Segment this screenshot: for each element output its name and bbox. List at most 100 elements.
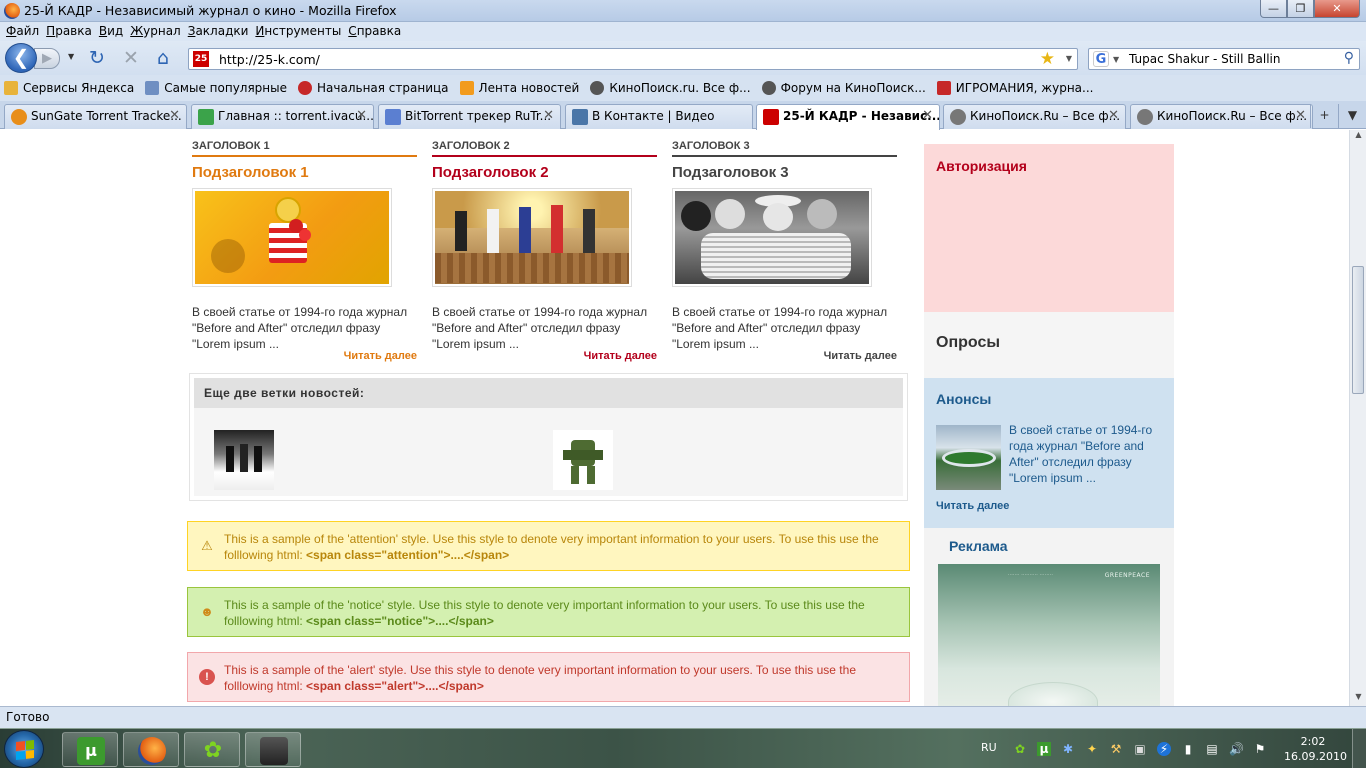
- tab-close-icon[interactable]: ✕: [169, 108, 180, 123]
- greenpeace-ad-image[interactable]: ······· ·········· ········ GREENPEACE: [938, 564, 1160, 706]
- news-column-1: ЗАГОЛОВОК 1 Подзаголовок 1 В своей стать…: [192, 140, 417, 362]
- utorrent-tray-icon[interactable]: µ: [1037, 742, 1051, 756]
- bookmark-kinopoisk-forum[interactable]: Форум на КиноПоиск...: [761, 81, 926, 95]
- vertical-scrollbar[interactable]: ▲ ▼: [1349, 130, 1366, 706]
- tool-icon[interactable]: ⚒: [1109, 742, 1123, 756]
- taskbar-icq[interactable]: ✿: [184, 732, 240, 767]
- bookmark-star-icon[interactable]: ★: [1040, 49, 1055, 69]
- news-image[interactable]: [432, 188, 632, 287]
- menu-view[interactable]: Вид: [97, 22, 128, 41]
- warning-icon: ⚠: [201, 538, 213, 553]
- announcement-image[interactable]: [936, 425, 1001, 490]
- menu-history[interactable]: Журнал: [128, 22, 186, 41]
- news-image[interactable]: [192, 188, 392, 287]
- column-subheading[interactable]: Подзаголовок 3: [672, 164, 897, 181]
- auth-heading: Авторизация: [936, 158, 1027, 174]
- scroll-down-icon[interactable]: ▼: [1350, 692, 1366, 706]
- tab-close-icon[interactable]: ✕: [922, 108, 933, 123]
- tab-kinopoisk-2[interactable]: КиноПоиск.Ru – Все ф... ✕: [1130, 104, 1313, 129]
- branches-inner: Еще две ветки новостей:: [194, 378, 903, 496]
- taskbar-utorrent[interactable]: µ: [62, 732, 118, 767]
- scrollbar-thumb[interactable]: [1352, 266, 1364, 394]
- app-tray-icon[interactable]: ▣: [1133, 742, 1147, 756]
- taskbar-clock[interactable]: 2:02 16.09.2010: [1284, 734, 1347, 764]
- taskbar-media-app[interactable]: [245, 732, 301, 767]
- bookmark-start-page[interactable]: Начальная страница: [298, 81, 449, 95]
- google-icon[interactable]: G: [1093, 51, 1109, 67]
- menu-edit[interactable]: Правка: [44, 22, 97, 41]
- tab-25k-active[interactable]: 25-Й КАДР - Независ... ✕: [756, 104, 940, 130]
- announcement-text[interactable]: В своей статье от 1994-го года журнал "B…: [1009, 422, 1169, 486]
- right-sidebar: Авторизация Опросы Анонсы В своей статье…: [924, 144, 1174, 706]
- column-subheading[interactable]: Подзаголовок 2: [432, 164, 657, 181]
- tab-close-icon[interactable]: ✕: [1295, 108, 1306, 123]
- search-page-icon: [145, 81, 160, 95]
- tab-ivacuum[interactable]: Главная :: torrent.ivacu... ✕: [191, 104, 374, 129]
- firefox-icon: [138, 737, 166, 765]
- bookmark-igromania[interactable]: ИГРОМАНИЯ, журна...: [936, 81, 1093, 95]
- ads-heading: Реклама: [949, 538, 1008, 554]
- branch-image-2[interactable]: [553, 430, 613, 490]
- new-tab-icon[interactable]: +: [1310, 104, 1338, 128]
- show-desktop-button[interactable]: [1352, 729, 1366, 768]
- restore-button[interactable]: ❐: [1287, 0, 1314, 18]
- tab-vkontakte[interactable]: В Контакте | Видео: [565, 104, 753, 129]
- utorrent-icon: µ: [77, 737, 105, 765]
- tab-label: Главная :: torrent.ivacu...: [218, 109, 374, 123]
- menu-tools[interactable]: Инструменты: [253, 22, 346, 41]
- volume-icon[interactable]: 🔊: [1229, 742, 1244, 756]
- home-icon[interactable]: ⌂: [157, 48, 169, 68]
- search-query[interactable]: Tupac Shakur - Still Ballin: [1129, 52, 1280, 66]
- bookmark-kinopoisk[interactable]: КиноПоиск.ru. Все ф...: [590, 81, 751, 95]
- tab-close-icon[interactable]: ✕: [543, 108, 554, 123]
- site-favicon: 25: [193, 51, 209, 67]
- tab-rutracker[interactable]: BitTorrent трекер RuTr... ✕: [378, 104, 561, 129]
- power-icon[interactable]: ⚡: [1157, 742, 1171, 756]
- url-text[interactable]: http://25-k.com/: [219, 52, 320, 67]
- column-heading: ЗАГОЛОВОК 1: [192, 140, 417, 157]
- safely-remove-icon[interactable]: ▮: [1181, 742, 1195, 756]
- forward-button[interactable]: ▶: [34, 48, 60, 69]
- menu-file[interactable]: Файл: [4, 22, 44, 41]
- bookmark-most-visited[interactable]: Самые популярные: [145, 81, 287, 95]
- tab-close-icon[interactable]: ✕: [1108, 108, 1119, 123]
- notice-message: ☻ This is a sample of the 'notice' style…: [187, 587, 910, 637]
- bookmark-news-feed[interactable]: Лента новостей: [459, 81, 579, 95]
- tab-label: КиноПоиск.Ru – Все ф...: [1157, 109, 1308, 123]
- minimize-button[interactable]: —: [1260, 0, 1287, 18]
- scroll-up-icon[interactable]: ▲: [1350, 130, 1366, 144]
- reload-icon[interactable]: ↻: [89, 48, 105, 68]
- search-bar[interactable]: G ▼ Tupac Shakur - Still Ballin ⚲: [1088, 48, 1360, 70]
- search-engine-dropdown-icon[interactable]: ▼: [1113, 55, 1119, 64]
- url-bar[interactable]: 25 http://25-k.com/ ★ ▼: [188, 48, 1078, 70]
- history-dropdown-icon[interactable]: ▼: [68, 52, 74, 61]
- bluetooth-icon[interactable]: ✱: [1061, 742, 1075, 756]
- taskbar-firefox[interactable]: [123, 732, 179, 767]
- icq-tray-icon[interactable]: ✿: [1013, 742, 1027, 756]
- announcement-read-more-link[interactable]: Читать далее: [936, 500, 1009, 512]
- column-subheading[interactable]: Подзаголовок 1: [192, 164, 417, 181]
- media-app-icon: [260, 737, 288, 765]
- search-icon[interactable]: ⚲: [1344, 50, 1354, 66]
- start-button[interactable]: [4, 730, 44, 768]
- branches-heading: Еще две ветки новостей:: [194, 378, 903, 408]
- column-heading: ЗАГОЛОВОК 2: [432, 140, 657, 157]
- language-indicator[interactable]: RU: [981, 741, 997, 754]
- menu-bookmarks[interactable]: Закладки: [186, 22, 254, 41]
- tab-sungate[interactable]: SunGate Torrent Tracke... ✕: [4, 104, 187, 129]
- close-window-button[interactable]: ✕: [1314, 0, 1360, 18]
- tab-close-icon[interactable]: ✕: [356, 108, 367, 123]
- status-text: Готово: [6, 710, 50, 724]
- tab-list-dropdown-icon[interactable]: ▼: [1338, 104, 1366, 128]
- url-dropdown-icon[interactable]: ▼: [1066, 54, 1072, 63]
- back-button[interactable]: ❮: [5, 43, 37, 73]
- menu-help[interactable]: Справка: [346, 22, 406, 41]
- network-icon[interactable]: ▤: [1205, 742, 1219, 756]
- wand-icon[interactable]: ✦: [1085, 742, 1099, 756]
- branch-image-1[interactable]: [214, 430, 274, 490]
- news-image[interactable]: [672, 188, 872, 287]
- stop-icon[interactable]: ✕: [123, 48, 139, 68]
- bookmark-yandex-services[interactable]: Сервисы Яндекса: [4, 81, 134, 95]
- tab-kinopoisk-1[interactable]: КиноПоиск.Ru – Все ф... ✕: [943, 104, 1126, 129]
- action-center-flag-icon[interactable]: ⚑: [1253, 742, 1267, 756]
